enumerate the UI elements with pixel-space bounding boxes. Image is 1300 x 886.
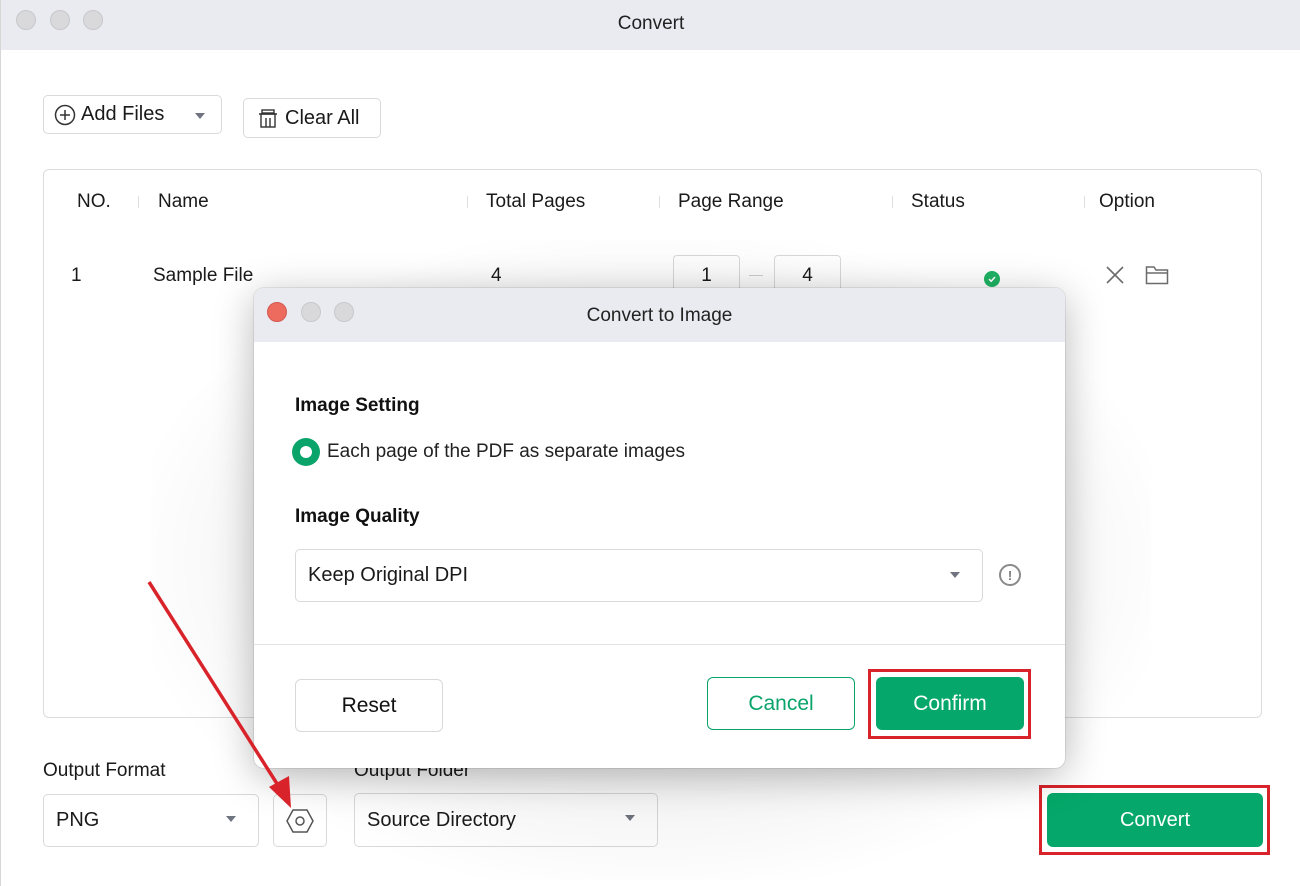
confirm-label: Confirm [913,691,987,715]
settings-hexagon-icon [286,808,314,833]
convert-label: Convert [1119,808,1191,831]
add-files-label: Add Files [81,103,165,125]
file-name: Sample File [153,265,254,286]
cancel-button[interactable]: Cancel [707,677,855,730]
image-quality-heading: Image Quality [295,506,420,527]
window-title: Convert [617,13,685,34]
output-format-select[interactable]: PNG [43,794,259,847]
output-format-value: PNG [56,809,100,831]
separate-images-label: Each page of the PDF as separate images [327,441,686,462]
convert-to-image-dialog: Convert to Image Image Setting Each page… [254,288,1065,768]
image-setting-heading: Image Setting [295,395,420,416]
clear-all-label: Clear All [285,106,360,129]
cancel-label: Cancel [748,691,814,715]
convert-button[interactable]: Convert [1047,793,1263,847]
column-separator [892,196,893,208]
column-header-page-range: Page Range [678,191,784,212]
clear-all-button[interactable]: Clear All [243,98,381,138]
chevron-down-icon [226,816,236,822]
output-format-label: Output Format [43,760,166,781]
image-quality-value: Keep Original DPI [308,564,469,586]
window-titlebar: Convert [1,0,1300,50]
chevron-down-icon [950,572,960,578]
dialog-title: Convert to Image [586,305,733,326]
remove-file-icon[interactable] [1106,266,1124,284]
column-header-option: Option [1099,191,1155,212]
column-header-total-pages: Total Pages [486,191,586,212]
separate-images-radio-option[interactable]: Each page of the PDF as separate images [292,438,685,466]
chevron-down-icon [625,815,635,821]
column-header-status: Status [911,191,965,212]
range-separator [749,275,763,276]
column-separator [659,196,660,208]
total-pages: 4 [491,265,502,286]
column-separator [467,196,468,208]
dialog-divider [254,644,1065,645]
output-folder-select[interactable]: Source Directory [354,793,658,847]
convert-window: Convert Add Files Clear All NO. Name Tot… [0,0,1300,886]
column-header-no: NO. [77,191,111,212]
column-separator [1084,196,1085,208]
add-files-button[interactable]: Add Files [43,95,222,134]
dialog-titlebar: Convert to Image [254,288,1065,342]
confirm-button[interactable]: Confirm [876,677,1024,730]
status-success-icon [984,271,1000,287]
image-quality-select[interactable]: Keep Original DPI [295,549,983,602]
format-settings-button[interactable] [273,794,327,847]
open-folder-icon[interactable] [1145,265,1169,285]
output-folder-value: Source Directory [367,808,516,831]
info-icon[interactable]: ! [999,564,1021,586]
row-number: 1 [71,265,82,286]
column-separator [138,196,139,208]
plus-circle-icon [54,104,76,125]
reset-button[interactable]: Reset [295,679,443,732]
column-header-name: Name [158,191,209,212]
radio-selected-icon[interactable] [292,438,320,466]
reset-label: Reset [341,693,397,717]
trash-icon [259,109,277,128]
chevron-down-icon[interactable] [195,113,205,119]
